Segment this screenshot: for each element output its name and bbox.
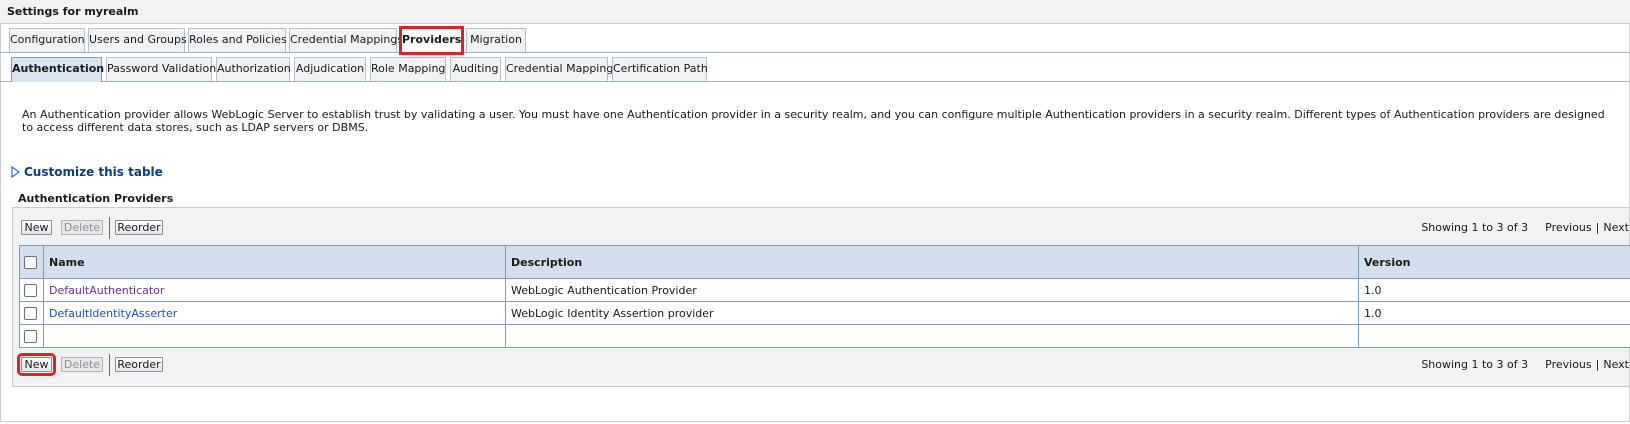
new-button[interactable]: New (17, 353, 56, 376)
expand-arrow-icon (11, 166, 21, 178)
column-header-name[interactable]: Name (43, 245, 506, 279)
version-cell: 1.0 (1358, 278, 1630, 302)
description-cell: WebLogic Authentication Provider (505, 278, 1359, 302)
column-header-description[interactable]: Description (505, 245, 1359, 279)
bottom-toolbar: New Delete Reorder Showing 1 to 3 of 3 P… (13, 353, 1630, 376)
subtab-password-validation[interactable]: Password Validation (106, 57, 216, 81)
subtab-auditing[interactable]: Auditing (450, 57, 501, 81)
version-cell: 1.0 (1358, 301, 1630, 325)
top-toolbar: New Delete Reorder Showing 1 to 3 of 3 P… (13, 217, 1630, 239)
settings-page: Settings for myrealm Configuration Users… (0, 0, 1630, 424)
showing-count: Showing 1 to 3 of 3 (1421, 221, 1529, 234)
subtab-adjudication[interactable]: Adjudication (294, 57, 366, 81)
row-checkbox[interactable] (24, 283, 37, 297)
subtab-credential-mapping[interactable]: Credential Mapping (505, 57, 613, 81)
primary-tab-bar: Configuration Users and Groups Roles and… (0, 26, 1630, 55)
toolbar-separator (109, 217, 110, 239)
table-row (19, 324, 1630, 348)
delete-button[interactable]: Delete (61, 357, 103, 372)
provider-link[interactable]: DefaultIdentityAsserter (49, 307, 177, 320)
row-checkbox[interactable] (24, 329, 37, 343)
name-cell: DefaultAuthenticator (43, 278, 506, 302)
customize-table-label: Customize this table (24, 165, 163, 179)
page-title: Settings for myrealm (0, 0, 1630, 24)
pagination: Showing 1 to 3 of 3 Previous | Next (1421, 221, 1629, 234)
next-link[interactable]: Next (1603, 358, 1629, 371)
toolbar-separator (109, 354, 110, 376)
table-row: DefaultAuthenticator WebLogic Authentica… (19, 278, 1630, 302)
subtab-certification-path[interactable]: Certification Path (612, 57, 708, 81)
previous-link[interactable]: Previous (1545, 358, 1592, 371)
reorder-button[interactable]: Reorder (115, 220, 163, 235)
row-checkbox[interactable] (24, 306, 37, 320)
section-title: Authentication Providers (18, 192, 174, 205)
tab-users-and-groups[interactable]: Users and Groups (88, 28, 187, 52)
customize-table-link[interactable]: Customize this table (11, 164, 163, 180)
name-cell (43, 324, 506, 348)
showing-count: Showing 1 to 3 of 3 (1421, 358, 1529, 371)
column-header-version[interactable]: Version (1358, 245, 1630, 279)
description-cell: WebLogic Identity Assertion provider (505, 301, 1359, 325)
tab-configuration[interactable]: Configuration (9, 28, 85, 52)
select-all-checkbox[interactable] (24, 255, 37, 269)
select-all-cell (19, 245, 44, 279)
providers-table-container: New Delete Reorder Showing 1 to 3 of 3 P… (12, 207, 1630, 387)
table-header-row: Name Description Version (19, 245, 1630, 279)
previous-link[interactable]: Previous (1545, 221, 1592, 234)
next-link[interactable]: Next (1603, 221, 1629, 234)
subtab-authentication[interactable]: Authentication (11, 57, 104, 82)
row-select-cell (19, 324, 44, 348)
tab-migration[interactable]: Migration (466, 28, 526, 52)
providers-table: Name Description Version DefaultAuthenti… (19, 245, 1630, 348)
subtab-role-mapping[interactable]: Role Mapping (370, 57, 446, 81)
table-row: DefaultIdentityAsserter WebLogic Identit… (19, 301, 1630, 325)
row-select-cell (19, 278, 44, 302)
tab-providers[interactable]: Providers (399, 26, 464, 55)
subtab-authorization[interactable]: Authorization (216, 57, 291, 81)
reorder-button[interactable]: Reorder (115, 357, 163, 372)
tab-roles-and-policies[interactable]: Roles and Policies (188, 28, 287, 52)
version-cell (1358, 324, 1630, 348)
new-button[interactable]: New (21, 220, 52, 235)
delete-button[interactable]: Delete (61, 220, 103, 235)
pagination: Showing 1 to 3 of 3 Previous | Next (1421, 358, 1629, 371)
description-cell (505, 324, 1359, 348)
intro-text: An Authentication provider allows WebLog… (22, 108, 1605, 134)
provider-link[interactable]: DefaultAuthenticator (49, 284, 164, 297)
row-select-cell (19, 301, 44, 325)
name-cell: DefaultIdentityAsserter (43, 301, 506, 325)
secondary-tab-bar: Authentication Password Validation Autho… (0, 57, 1630, 82)
tab-credential-mappings[interactable]: Credential Mappings (289, 28, 403, 52)
